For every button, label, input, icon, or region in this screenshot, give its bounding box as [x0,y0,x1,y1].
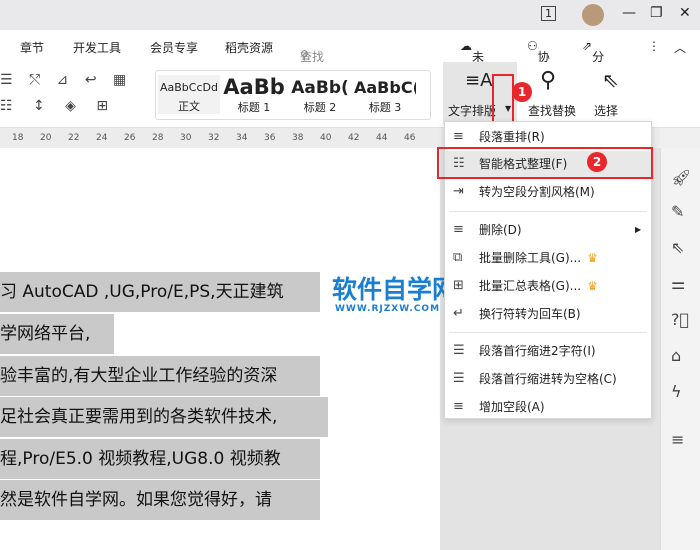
menu-item-delete[interactable]: ≡ 删除(D) ▶ [445,217,651,243]
text-line[interactable]: 足社会真正要需用到的各类软件技术, [0,397,328,437]
avatar[interactable] [582,4,604,26]
pen-icon[interactable]: ✎ [671,202,684,221]
spacing-tools[interactable]: ☷ ↕ ◈ ⊞ [0,98,116,114]
step-badge-2: 2 [587,152,607,172]
style-heading3[interactable]: AaBbC(标题 3 [354,75,416,115]
share-button[interactable]: ⇗分享 [582,39,604,81]
close-button[interactable]: ✕ [679,5,691,21]
crown-icon: ♛ [587,279,598,293]
text-line[interactable]: 学网络平台, [0,314,114,354]
cursor-icon: ⇖ [602,68,619,92]
indent-icon: ☰ [453,343,465,358]
batch-delete-icon: ⧉ [453,250,463,265]
menu-item-indent-2[interactable]: ☰ 段落首行缩进2字符(I) [445,338,651,364]
toolbar: ☰ ⤲ ⊿ ↩ ▦ ☷ ↕ ◈ ⊞ AaBbCcDd 正文 AaBb 标题 1 Aa… [0,62,700,128]
cursor-icon[interactable]: ⇖ [671,238,684,257]
help-icon[interactable]: ?⃝ [671,310,689,329]
menu-item-batch-table[interactable]: ⊞ 批量汇总表格(G)... ♛ [445,273,651,299]
clear-format-icon[interactable]: ≡ [671,430,684,449]
text-line[interactable]: 程,Pro/E5.0 视频教程,UG8.0 视频教 [0,439,320,479]
more-icon[interactable]: ⋮ [648,39,660,53]
style-normal[interactable]: AaBbCcDd 正文 [158,75,220,114]
indent-space-icon: ☰ [453,371,465,386]
style-heading1[interactable]: AaBb 标题 1 [222,75,286,115]
menu-item-empty-para-style[interactable]: ⇥ 转为空段分割风格(M) [445,179,651,205]
ribbon-tabs: 章节 开发工具 会员专享 稻壳资源 ⚲查找命令、搜索模板 ☁未保存 ⚇协作 ⇗分… [0,30,700,132]
tab-dev-tools[interactable]: 开发工具 [73,39,121,56]
title-bar: 1 — ❐ ✕ [0,0,700,30]
select-button[interactable]: ⇖ 选择 [592,62,632,124]
collapse-ribbon-icon[interactable]: ︿ [674,39,686,56]
window-count[interactable]: 1 [541,6,556,21]
minimize-button[interactable]: — [622,5,636,21]
chevron-right-icon: ▶ [635,225,642,234]
magnifier-icon: ⚲ [540,68,557,93]
find-replace-button[interactable]: ⚲ 查找替换 [528,62,582,124]
styles-gallery: AaBbCcDd 正文 AaBb 标题 1 AaBb(标题 2 AaBbC(标题 3 [155,70,431,120]
delete-lines-icon: ≡ [453,222,464,237]
tab-docer[interactable]: 稻壳资源 [225,39,273,56]
restore-button[interactable]: ❐ [650,5,663,21]
sliders-icon[interactable]: ⚌ [671,274,685,293]
document-page[interactable]: 习 AutoCAD ,UG,Pro/E,PS,天正建筑 学网络平台, 验丰富的,… [0,148,440,550]
add-paragraph-icon: ≡ [453,399,464,414]
tab-member[interactable]: 会员专享 [150,39,198,56]
watermark-title: 软件自学网 [332,275,458,304]
watermark-url: WWW.RJZXW.COM [335,304,441,314]
menu-item-add-empty[interactable]: ≡ 增加空段(A) [445,394,651,420]
text-line[interactable]: 然是软件自学网。如果您觉得好，请 [0,480,320,520]
highlight-box-dropdown [492,74,514,124]
style-heading2[interactable]: AaBb(标题 2 [288,75,352,115]
text-layout-icon: ≡A [465,70,493,91]
rocket-icon[interactable]: 🚀︎ [671,168,691,187]
collab-button[interactable]: ⚇协作 [527,39,550,81]
menu-item-linebreak-to-enter[interactable]: ↵ 换行符转为回车(B) [445,301,651,327]
tab-chapter[interactable]: 章节 [20,39,44,56]
text-line[interactable]: 验丰富的,有大型企业工作经验的资深 [0,356,320,396]
brush-icon[interactable]: ⌂ [671,346,681,365]
paragraph-tools[interactable]: ☰ ⤲ ⊿ ↩ ▦ [0,72,132,88]
unsaved-button[interactable]: ☁未保存 [460,39,484,98]
highlight-box-smart-format [437,147,653,179]
split-icon: ⇥ [453,184,464,199]
lightning-icon[interactable]: ϟ [671,382,682,401]
linebreak-icon: ↵ [453,306,464,321]
menu-item-indent-to-space[interactable]: ☰ 段落首行缩进转为空格(C) [445,366,651,392]
right-sidebar: 🚀︎ ✎ ⇖ ⚌ ?⃝ ⌂ ϟ ≡ [660,148,700,550]
text-line[interactable]: 习 AutoCAD ,UG,Pro/E,PS,天正建筑 [0,272,320,312]
crown-icon: ♛ [587,251,598,265]
menu-item-batch-delete[interactable]: ⧉ 批量删除工具(G)... ♛ [445,245,651,271]
table-icon: ⊞ [453,278,464,293]
